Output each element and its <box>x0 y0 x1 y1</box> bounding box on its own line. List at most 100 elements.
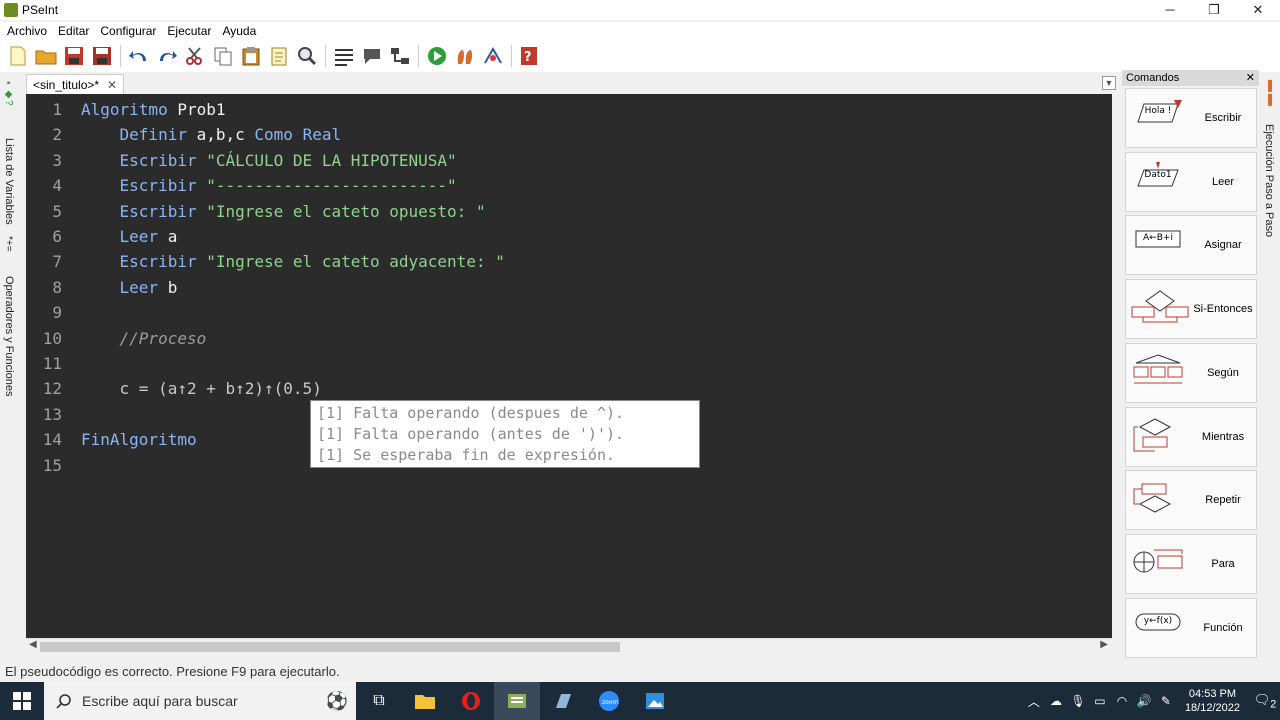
photos-app-icon[interactable] <box>632 682 678 720</box>
line-code: Escribir "Ingrese el cateto opuesto: " <box>81 199 486 224</box>
pen-icon[interactable]: ✎ <box>1155 694 1177 708</box>
microphone-icon[interactable]: 🎙 <box>1067 694 1089 708</box>
menu-editar[interactable]: Editar <box>51 22 93 40</box>
tab-close-icon[interactable]: ✕ <box>107 78 117 92</box>
footsteps-icon[interactable]: ❚❚ <box>1263 78 1277 106</box>
code-token: Escribir <box>81 252 197 272</box>
help-icon[interactable]: ? <box>518 44 542 68</box>
svg-text:zoom: zoom <box>602 699 618 706</box>
save-icon[interactable] <box>62 44 86 68</box>
battery-icon[interactable]: ▭ <box>1089 694 1111 708</box>
pseint-taskbar-icon[interactable] <box>494 682 540 720</box>
notes-app-icon[interactable] <box>540 682 586 720</box>
command-escribir[interactable]: Hola ! Escribir <box>1125 88 1257 148</box>
code-token: "Ingrese el cateto adyacente: " <box>196 252 505 272</box>
code-token: //Proceso <box>81 328 207 348</box>
search-placeholder: Escribe aquí para buscar <box>82 693 238 709</box>
minimize-button[interactable]: ─ <box>1148 0 1192 20</box>
line-number: 13 <box>42 404 62 424</box>
line-number: 3 <box>52 150 62 170</box>
windows-logo-icon <box>13 692 31 710</box>
taskbar-clock[interactable]: 04:53 PM 18/12/2022 <box>1185 687 1240 715</box>
scroll-right-icon[interactable]: ▶ <box>1100 639 1108 650</box>
error-message: [1] Se esperaba fin de expresión. <box>317 446 616 464</box>
show-hidden-icons-icon[interactable]: ︿ <box>1023 693 1045 710</box>
wifi-icon[interactable]: ◠ <box>1111 694 1133 708</box>
opera-browser-icon[interactable] <box>448 682 494 720</box>
command-mientras[interactable]: Mientras <box>1125 406 1257 467</box>
cut-icon[interactable] <box>183 44 207 68</box>
menu-ayuda[interactable]: Ayuda <box>215 22 260 40</box>
toolbar-separator <box>120 45 121 67</box>
line-number: 9 <box>52 303 62 323</box>
find-icon[interactable] <box>295 44 319 68</box>
operators-tab-icon[interactable]: *+= <box>3 236 14 252</box>
line-number: 6 <box>52 227 62 246</box>
command-label: Escribir <box>1204 112 1242 124</box>
tab-sin-titulo[interactable]: <sin_titulo>* ✕ <box>26 74 125 94</box>
menu-archivo[interactable]: Archivo <box>0 22 51 40</box>
commands-panel: Comandos ✕ Hola ! Escribir Dato1 Leer A←B+i A… <box>1122 70 1259 662</box>
command-seg-n[interactable]: Según <box>1125 342 1257 403</box>
undo-icon[interactable] <box>127 44 151 68</box>
command-label: Mientras <box>1201 430 1245 443</box>
code-editor[interactable]: 1 Algoritmo Prob1 2 Definir a,b,c Como Rea… <box>26 94 1112 638</box>
command-diagram-icon <box>1130 353 1190 393</box>
command-asignar[interactable]: A←B+i Asignar <box>1125 215 1257 276</box>
code-token: "CÁLCULO DE LA HIPOTENUSA" <box>196 150 457 170</box>
indent-icon[interactable] <box>332 44 356 68</box>
command-leer[interactable]: Dato1 Leer <box>1125 151 1257 212</box>
scroll-left-icon[interactable]: ◀ <box>29 639 37 650</box>
variables-panel-tab[interactable]: Lista de Variables <box>3 138 15 225</box>
task-view-icon[interactable]: ⧉ <box>356 682 402 720</box>
run-icon[interactable] <box>425 44 449 68</box>
code-token: Definir <box>81 125 187 145</box>
operators-panel-tab[interactable]: Operadores y Funciones <box>3 276 15 396</box>
open-folder-icon[interactable] <box>34 44 58 68</box>
horizontal-scrollbar[interactable]: ◀ ▶ <box>26 638 1112 654</box>
line-code: Algoritmo Prob1 <box>81 97 226 122</box>
file-explorer-icon[interactable] <box>402 682 448 720</box>
taskbar-search-box[interactable]: Escribe aquí para buscar ⚽ <box>44 682 356 720</box>
flowchart-icon[interactable] <box>388 44 412 68</box>
line-code: //Proceso <box>81 326 207 351</box>
volume-icon[interactable]: 🔊 <box>1133 694 1155 708</box>
notifications-icon[interactable]: 🗨2 <box>1250 692 1280 711</box>
comment-icon[interactable] <box>360 44 384 68</box>
redo-icon[interactable] <box>155 44 179 68</box>
tab-list-dropdown[interactable]: ▼ <box>1102 76 1116 90</box>
left-side-panel: ▪◆? Lista de Variables *+= Operadores y … <box>0 76 20 660</box>
new-file-icon[interactable] <box>6 44 30 68</box>
paste-icon[interactable] <box>239 44 263 68</box>
syntax-error-popup: [1] Falta operando (despues de ^). [1] F… <box>310 400 700 468</box>
zoom-app-icon[interactable]: zoom <box>586 682 632 720</box>
windows-start-button[interactable] <box>0 682 44 720</box>
command-repetir[interactable]: Repetir <box>1125 470 1257 531</box>
step-run-icon[interactable] <box>453 44 477 68</box>
edit-notes-icon[interactable] <box>267 44 291 68</box>
line-code: Definir a,b,c Como Real <box>81 122 342 147</box>
line-number: 12 <box>42 379 62 399</box>
debug-icon[interactable] <box>481 44 505 68</box>
command-diagram-icon <box>1130 289 1190 329</box>
tab-label: <sin_titulo>* <box>33 77 100 92</box>
close-button[interactable]: ✕ <box>1236 0 1280 20</box>
command-si-entonces[interactable]: Si-Entonces <box>1125 279 1257 340</box>
command-funci-n[interactable]: y←f(x) Función <box>1125 597 1257 658</box>
menu-ejecutar[interactable]: Ejecutar <box>160 22 215 40</box>
commands-close-icon[interactable]: ✕ <box>1246 70 1255 86</box>
toolbar-separator <box>418 45 419 67</box>
status-bar: El pseudocódigo es correcto. Presione F9… <box>0 662 1280 682</box>
save-as-icon[interactable] <box>90 44 114 68</box>
copy-icon[interactable] <box>211 44 235 68</box>
code-token: Como Real <box>254 125 342 145</box>
onedrive-icon[interactable]: ☁ <box>1045 694 1067 708</box>
command-para[interactable]: Para <box>1125 533 1257 594</box>
windows-taskbar: Escribe aquí para buscar ⚽ ⧉ zoom ︿ ☁ 🎙 … <box>0 682 1280 720</box>
menu-configurar[interactable]: Configurar <box>93 22 160 40</box>
variables-tab-icon[interactable]: ▪◆? <box>3 78 14 106</box>
maximize-button[interactable]: ❐ <box>1192 0 1236 20</box>
scrollbar-thumb[interactable] <box>40 642 620 652</box>
command-diagram-icon: A←B+i <box>1130 225 1190 265</box>
step-execution-tab[interactable]: Ejecución Paso a Paso <box>1263 124 1275 237</box>
